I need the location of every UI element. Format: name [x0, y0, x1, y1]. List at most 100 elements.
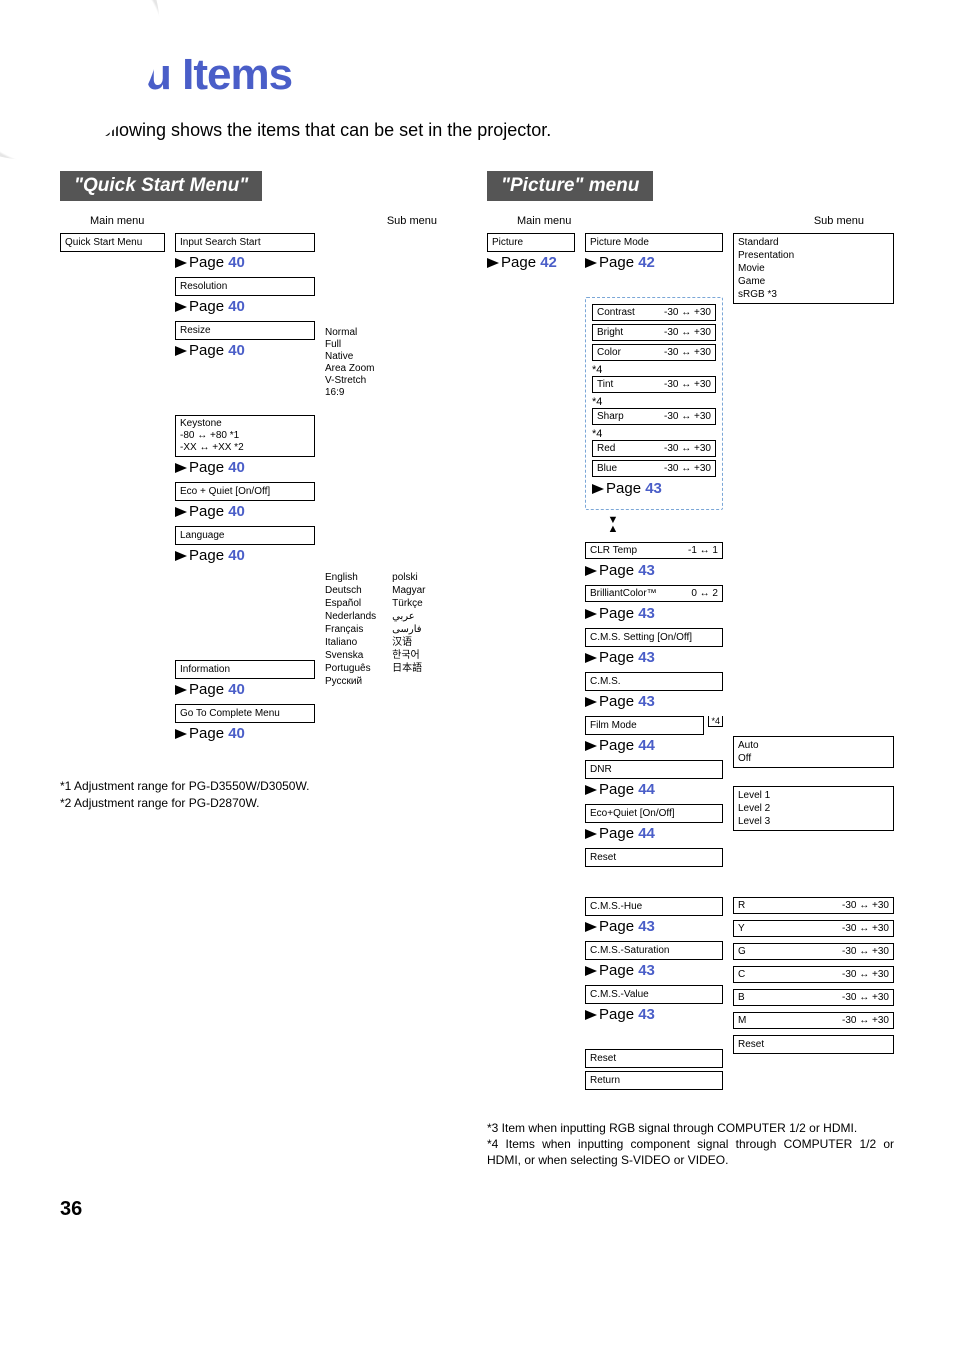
resize-option: Area Zoom	[325, 363, 467, 375]
resize-option: 16:9	[325, 387, 467, 399]
page-ref: Page 40	[175, 254, 315, 271]
adjust-row: Red-30 ↔ +30	[592, 440, 716, 457]
return-box: Return	[585, 1071, 723, 1090]
language-option: Español	[325, 597, 376, 610]
page-ref: Page 43	[585, 918, 723, 935]
page-ref: Page 40	[175, 459, 315, 476]
page-ref: Page 43	[592, 480, 716, 497]
content-columns: "Quick Start Menu" Main menu Sub menu Qu…	[60, 171, 894, 1168]
resize-option: Native	[325, 351, 467, 363]
cms-color-row: Y-30 ↔ +30	[733, 920, 894, 937]
page-ref: Page 43	[585, 562, 723, 579]
film-mode-option: Off	[738, 752, 889, 765]
adjust-row: Blue-30 ↔ +30	[592, 460, 716, 477]
cms-hue-box: C.M.S.-Hue	[585, 897, 723, 916]
language-option: عربي	[392, 610, 425, 623]
picture-mode-option: Game	[738, 275, 889, 288]
language-option: 한국어	[392, 649, 425, 662]
right-column: "Picture" menu Main menu Sub menu Pictur…	[487, 171, 894, 1168]
dnr-box: DNR	[585, 760, 723, 779]
language-option: Русский	[325, 675, 376, 688]
resize-option: Normal	[325, 327, 467, 339]
adjust-row: Tint-30 ↔ +30*4	[592, 376, 716, 408]
adjust-row: Bright-30 ↔ +30	[592, 324, 716, 341]
cms-sat-box: C.M.S.-Saturation	[585, 941, 723, 960]
goto-complete-box: Go To Complete Menu	[175, 704, 315, 723]
dnr-option: Level 2	[738, 802, 889, 815]
information-box: Information	[175, 660, 315, 679]
reset-box: Reset	[585, 848, 723, 867]
picture-mode-option: Standard	[738, 236, 889, 249]
left-column: "Quick Start Menu" Main menu Sub menu Qu…	[60, 171, 467, 1168]
language-option: 日本語	[392, 662, 425, 675]
language-option: Português	[325, 662, 376, 675]
page-ref: Page 42	[585, 254, 723, 271]
page-ref: Page 43	[585, 605, 723, 622]
eco-quiet2-box: Eco+Quiet [On/Off]	[585, 804, 723, 823]
cms-color-row: G-30 ↔ +30	[733, 943, 894, 960]
scroll-arrows-icon: ▼▲	[603, 516, 623, 534]
resize-option: Full	[325, 339, 467, 351]
adjust-row: Contrast-30 ↔ +30	[592, 304, 716, 321]
dnr-submenu: Level 1Level 2Level 3	[733, 786, 894, 831]
page-ref: Page 42	[487, 254, 575, 271]
page-ref: Page 40	[175, 342, 315, 359]
reset2-box: Reset	[585, 1049, 723, 1068]
picture-header: "Picture" menu	[487, 171, 653, 201]
picture-mode-box: Picture Mode	[585, 233, 723, 252]
language-option: English	[325, 571, 376, 584]
cms-color-row: C-30 ↔ +30	[733, 966, 894, 983]
film-mode-ann: *4	[708, 716, 723, 727]
adjust-row: Sharp-30 ↔ +30*4	[592, 408, 716, 440]
cms-reset-box: Reset	[733, 1035, 894, 1054]
page-ref: Page 40	[175, 681, 315, 698]
language-option: 汉语	[392, 636, 425, 649]
keystone-box: Keystone -80 ↔ +80 *1 -XX ↔ +XX *2	[175, 415, 315, 457]
resize-submenu: NormalFullNativeArea ZoomV-Stretch16:9	[325, 327, 467, 399]
cms-color-row: M-30 ↔ +30	[733, 1012, 894, 1029]
page-ref: Page 40	[175, 725, 315, 742]
adjust-group: Contrast-30 ↔ +30 Bright-30 ↔ +30 Color-30…	[585, 297, 723, 510]
sub-menu-label: Sub menu	[814, 215, 864, 227]
language-submenu: EnglishDeutschEspañolNederlandsFrançaisI…	[325, 571, 467, 688]
language-option: Deutsch	[325, 584, 376, 597]
brilliant-box: BrilliantColor™0 ↔ 2	[585, 585, 723, 602]
language-option: Nederlands	[325, 610, 376, 623]
cms-color-row: R-30 ↔ +30	[733, 897, 894, 914]
page-ref: Page 44	[585, 781, 723, 798]
sub-menu-label: Sub menu	[387, 215, 437, 227]
resize-option: V-Stretch	[325, 375, 467, 387]
right-footnotes: *3 Item when inputting RGB signal throug…	[487, 1120, 894, 1169]
page-ref: Page 43	[585, 649, 723, 666]
dnr-option: Level 1	[738, 789, 889, 802]
page-ref: Page 44	[585, 737, 723, 754]
cms-setting-box: C.M.S. Setting [On/Off]	[585, 628, 723, 647]
film-mode-box: Film Mode	[585, 716, 704, 735]
left-footnotes: *1 Adjustment range for PG-D3550W/D3050W…	[60, 778, 467, 812]
page-ref: Page 40	[175, 503, 315, 520]
language-option: polski	[392, 571, 425, 584]
page-ref: Page 43	[585, 693, 723, 710]
language-option: Italiano	[325, 636, 376, 649]
language-box: Language	[175, 526, 315, 545]
resize-box: Resize	[175, 321, 315, 340]
picture-mode-submenu: StandardPresentationMovieGamesRGB *3	[733, 233, 894, 304]
language-option: Français	[325, 623, 376, 636]
picture-mode-option: sRGB *3	[738, 288, 889, 301]
film-mode-submenu: AutoOff	[733, 736, 894, 768]
main-menu-label: Main menu	[517, 215, 571, 227]
dnr-option: Level 3	[738, 815, 889, 828]
film-mode-option: Auto	[738, 739, 889, 752]
adjust-row: Color-30 ↔ +30*4	[592, 344, 716, 376]
language-option: Türkçe	[392, 597, 425, 610]
language-option: فارسی	[392, 623, 425, 636]
page-ref: Page 43	[585, 962, 723, 979]
page-number: 36	[60, 1198, 894, 1221]
cms-box: C.M.S.	[585, 672, 723, 691]
resolution-box: Resolution	[175, 277, 315, 296]
page-ref: Page 43	[585, 1006, 723, 1023]
main-menu-label: Main menu	[90, 215, 144, 227]
language-option: Svenska	[325, 649, 376, 662]
eco-quiet-box: Eco + Quiet [On/Off]	[175, 482, 315, 501]
cms-val-box: C.M.S.-Value	[585, 985, 723, 1004]
